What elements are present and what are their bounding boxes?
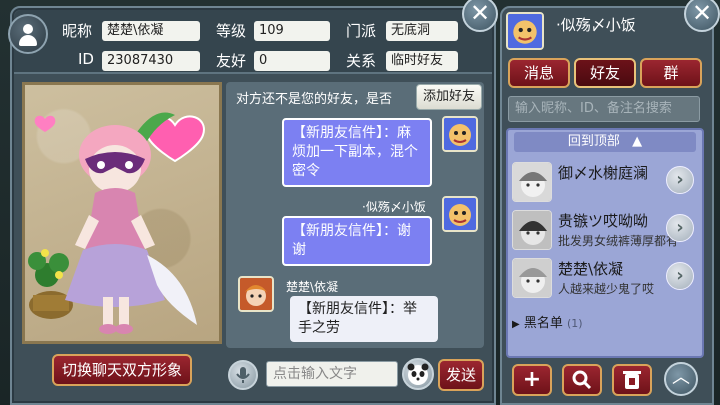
chevron-right-icon: › (676, 265, 684, 286)
my-avatar[interactable] (506, 12, 544, 50)
chevron-right-icon: › (676, 169, 684, 190)
my-chat-avatar (442, 196, 478, 232)
nickname-label: 昵称 (62, 22, 93, 40)
character-avatar-icon (513, 211, 551, 249)
voice-input-button[interactable] (228, 360, 258, 390)
friend-list-item[interactable]: 贵镞ツ哎呦呦 批发男女绒裤薄厚都有 › (512, 206, 698, 260)
chat-bubble-received: 【新朋友信件】：举 手之劳 (290, 296, 438, 342)
blacklist-label: 黑名单 (523, 316, 563, 331)
monkey-avatar-icon (508, 14, 542, 48)
friend-list-item[interactable]: 楚楚\依凝 人越来越少鬼了哎 › (512, 254, 698, 308)
back-to-top-label: 回到顶部 (567, 134, 620, 149)
my-chat-avatar (442, 116, 478, 152)
chat-bubble-sent: 【新朋友信件】：麻 烦加一下副本，混个 密令 (282, 118, 432, 187)
blacklist-group[interactable]: ▶ 黑名单 (1) (512, 312, 583, 331)
close-icon: ✕ (691, 0, 713, 27)
friend-chat-avatar (238, 276, 274, 312)
friend-name: 楚楚\依凝 (558, 260, 624, 278)
trash-icon (623, 371, 641, 389)
sect-value: 无底洞 (386, 21, 458, 41)
message-line: 【新朋友信件】：谢 (292, 223, 411, 239)
back-to-top-button[interactable]: 回到顶部 ▲ (514, 132, 696, 152)
friend-chat-window: 昵称 楚楚\依凝 等级 109 门派 无底洞 ID 23087430 友好 0 … (0, 0, 720, 405)
message-line: 密令 (292, 163, 320, 179)
friend-avatar (512, 162, 552, 202)
friend-name: 贵镞ツ哎呦呦 (558, 212, 649, 230)
chevron-right-icon: › (676, 217, 684, 238)
switch-avatars-button[interactable]: 切换聊天双方形象 (52, 354, 192, 386)
collapse-button[interactable]: ︿ (664, 362, 698, 396)
send-button[interactable]: 发送 (438, 359, 484, 391)
monkey-avatar-icon (444, 118, 476, 150)
emoji-button[interactable] (402, 358, 434, 390)
friendship-value: 0 (254, 51, 330, 71)
character-figure (28, 112, 205, 334)
id-label: ID (78, 50, 94, 68)
friend-search-input[interactable]: 输入昵称、ID、备注名搜索 (508, 96, 700, 122)
character-portrait (22, 82, 222, 344)
message-line: 手之劳 (298, 320, 340, 336)
message-line: 【新朋友信件】：举 (298, 301, 417, 317)
person-icon-body (19, 35, 37, 46)
my-nickname: ·似殇〆小饭 (556, 16, 636, 34)
level-label: 等级 (216, 22, 247, 40)
sender-name-me: ·似殇〆小饭 (362, 200, 426, 214)
chat-text-input[interactable]: 点击输入文字 (266, 361, 398, 387)
message-line: 谢 (292, 242, 306, 258)
friend-name: 御〆水榭庭澜 (558, 164, 649, 182)
chat-bubble-sent: 【新朋友信件】：谢 谢 (282, 216, 432, 266)
panda-emoji-icon (407, 363, 429, 385)
person-icon-head (23, 24, 33, 34)
manage-contacts-button[interactable] (612, 364, 652, 396)
friendship-label: 友好 (216, 52, 247, 70)
friend-signature: 批发男女绒裤薄厚都有 (558, 234, 679, 248)
friend-signature: 人越来越少鬼了哎 (558, 282, 655, 296)
friend-detail-button[interactable]: › (666, 166, 694, 194)
profile-avatar-button[interactable] (8, 14, 48, 54)
relation-label: 关系 (346, 52, 377, 70)
friend-avatar (512, 258, 552, 298)
id-value: 23087430 (102, 51, 200, 71)
message-line: 【新朋友信件】：麻 (292, 125, 411, 141)
relation-value: 临时好友 (386, 51, 458, 71)
close-icon: ✕ (469, 0, 491, 27)
search-contact-button[interactable] (562, 364, 602, 396)
tab-friends[interactable]: 好友 (574, 58, 636, 88)
add-contact-button[interactable]: + (512, 364, 552, 396)
character-avatar-icon (513, 163, 551, 201)
character-avatar-icon (513, 259, 551, 297)
sect-label: 门派 (346, 22, 377, 40)
search-icon (572, 370, 592, 390)
chevron-up-icon: ︿ (672, 367, 690, 388)
add-friend-button[interactable]: 添加好友 (416, 84, 482, 110)
triangle-right-icon: ▶ (512, 319, 520, 330)
not-friend-notice: 对方还不是您的好友，是否 (236, 92, 393, 107)
tab-messages[interactable]: 消息 (508, 58, 570, 88)
friend-avatar (512, 210, 552, 250)
blacklist-count: (1) (567, 317, 583, 330)
arrow-up-icon: ▲ (632, 134, 643, 149)
nickname-value: 楚楚\依凝 (102, 21, 200, 41)
character-avatar-icon (240, 278, 272, 310)
friend-list-item[interactable]: 御〆水榭庭澜 › (512, 158, 698, 212)
microphone-icon (236, 367, 250, 383)
sender-name-friend: 楚楚\依凝 (286, 280, 339, 294)
monkey-avatar-icon (444, 198, 476, 230)
level-value: 109 (254, 21, 330, 41)
friend-detail-button[interactable]: › (666, 214, 694, 242)
plus-icon: + (522, 367, 542, 392)
friend-detail-button[interactable]: › (666, 262, 694, 290)
tab-groups[interactable]: 群 (640, 58, 702, 88)
message-line: 烦加一下副本，混个 (292, 144, 418, 160)
close-contacts-button[interactable]: ✕ (684, 0, 720, 32)
